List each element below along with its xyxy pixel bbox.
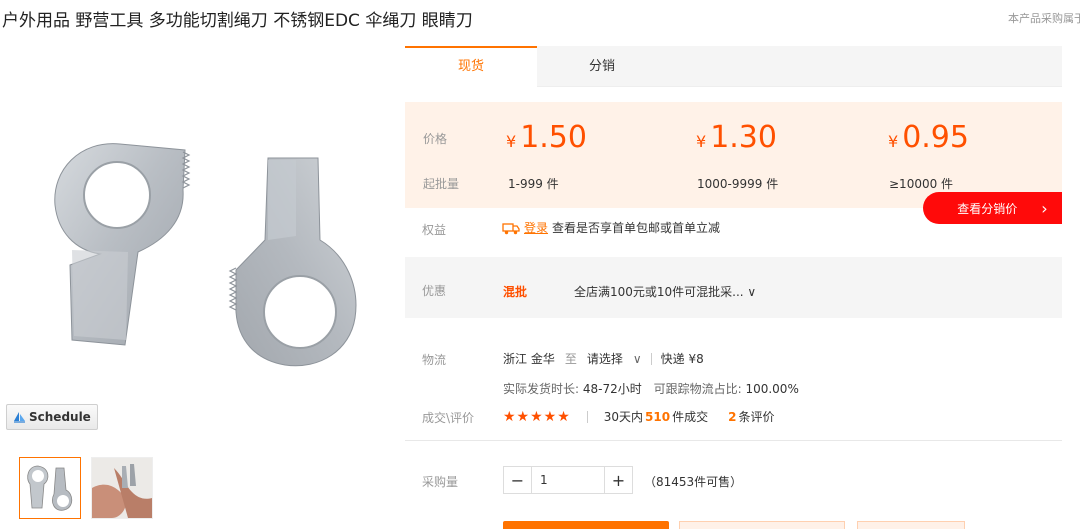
ship-from: 浙江 金华 — [503, 352, 555, 366]
qty-range-1: 1-999 件 — [508, 177, 559, 191]
view-distribution-price-button[interactable]: 查看分销价 › — [923, 192, 1062, 224]
schedule-button[interactable]: Schedule — [6, 404, 98, 430]
section-divider — [405, 440, 1062, 441]
main-product-image[interactable] — [0, 40, 396, 430]
login-link[interactable]: 登录 — [524, 219, 548, 236]
add-to-cart-button[interactable] — [679, 521, 845, 529]
decrease-button[interactable]: − — [504, 467, 532, 493]
distribution-label: 查看分销价 — [957, 201, 1018, 216]
purchase-note: 本产品采购属于 — [1008, 12, 1080, 25]
divider — [586, 410, 588, 423]
express-fee: 快递 ¥8 — [660, 352, 704, 366]
shipping-row: 浙江 金华 至 请选择 ∨ 快递 ¥8 — [503, 350, 704, 367]
star-rating-icon: ★★★★★ — [503, 408, 571, 425]
track-label: 可跟踪物流占比: — [653, 382, 742, 396]
thumbnail-1[interactable] — [19, 457, 81, 519]
price-value: 1.50 — [520, 120, 587, 155]
rating-row: ★★★★★ 30天内 510 件成交 2 条评价 — [503, 408, 775, 425]
review-count[interactable]: 2 — [728, 410, 736, 424]
quantity-label: 采购量 — [422, 475, 459, 489]
currency-symbol: ¥ — [696, 132, 707, 151]
rights-label: 权益 — [422, 223, 447, 237]
favorite-button[interactable] — [857, 521, 965, 529]
shipping-label: 物流 — [422, 353, 447, 367]
mixed-batch-tag: 混批 — [503, 285, 528, 299]
deals-prefix: 30天内 — [603, 410, 644, 424]
truck-icon — [502, 222, 520, 234]
thumbnail-image-hand — [92, 458, 152, 518]
price-tier-2: ¥1.30 — [696, 120, 777, 155]
review-suffix[interactable]: 条评价 — [738, 408, 774, 425]
destination-select[interactable]: 请选择 — [587, 350, 623, 367]
price-value: 1.30 — [710, 120, 777, 155]
tab-distribution[interactable]: 分销 — [537, 46, 667, 87]
deals-count: 510 — [645, 409, 671, 424]
rights-row: 登录 查看是否享首单包邮或首单立减 — [502, 219, 720, 236]
divider — [650, 352, 652, 365]
available-stock: （81453件可售） — [644, 475, 743, 489]
increase-button[interactable]: + — [604, 467, 632, 493]
price-tier-1: ¥1.50 — [506, 120, 587, 155]
min-qty-label: 起批量 — [423, 177, 460, 191]
qty-range-2: 1000-9999 件 — [697, 177, 779, 191]
thumbnail-image-cutters — [27, 465, 73, 511]
reviews-label: 成交\评价 — [422, 411, 475, 425]
qty-range-3: ≥10000 件 — [889, 177, 954, 191]
promo-panel: 优惠 混批 全店满100元或10件可混批采... ∨ — [405, 257, 1062, 318]
price-tier-3: ¥0.95 — [888, 120, 969, 155]
ship-time-value: 48-72小时 — [582, 382, 642, 396]
promo-dropdown[interactable]: 全店满100元或10件可混批采... ∨ — [574, 283, 756, 300]
track-value: 100.00% — [745, 382, 799, 396]
chevron-right-icon: › — [1041, 198, 1048, 218]
offer-tabs: 现货 分销 — [405, 46, 1062, 87]
currency-symbol: ¥ — [888, 132, 899, 151]
rights-text: 查看是否享首单包邮或首单立减 — [552, 221, 721, 235]
deals-suffix: 件成交 — [672, 410, 709, 424]
chevron-down-icon[interactable]: ∨ — [633, 352, 642, 366]
price-value: 0.95 — [902, 120, 969, 155]
promo-label: 优惠 — [422, 284, 447, 298]
quantity-stepper: − + — [503, 466, 633, 494]
ship-time-label: 实际发货时长: — [503, 382, 580, 396]
schedule-label: Schedule — [29, 410, 91, 424]
rope-cutter-illustration — [54, 143, 357, 367]
currency-symbol: ¥ — [506, 132, 517, 151]
price-label: 价格 — [423, 132, 448, 146]
product-title: 户外用品 野营工具 多功能切割绳刀 不锈钢EDC 伞绳刀 眼睛刀 — [2, 11, 473, 31]
buy-now-button[interactable] — [503, 521, 669, 529]
sail-icon — [14, 411, 25, 423]
ship-to-word: 至 — [564, 352, 577, 366]
quantity-input[interactable] — [532, 467, 604, 493]
thumbnail-2[interactable] — [91, 457, 153, 519]
shipping-stats: 实际发货时长: 48-72小时 可跟踪物流占比: 100.00% — [503, 380, 799, 397]
tab-spot[interactable]: 现货 — [405, 46, 537, 87]
